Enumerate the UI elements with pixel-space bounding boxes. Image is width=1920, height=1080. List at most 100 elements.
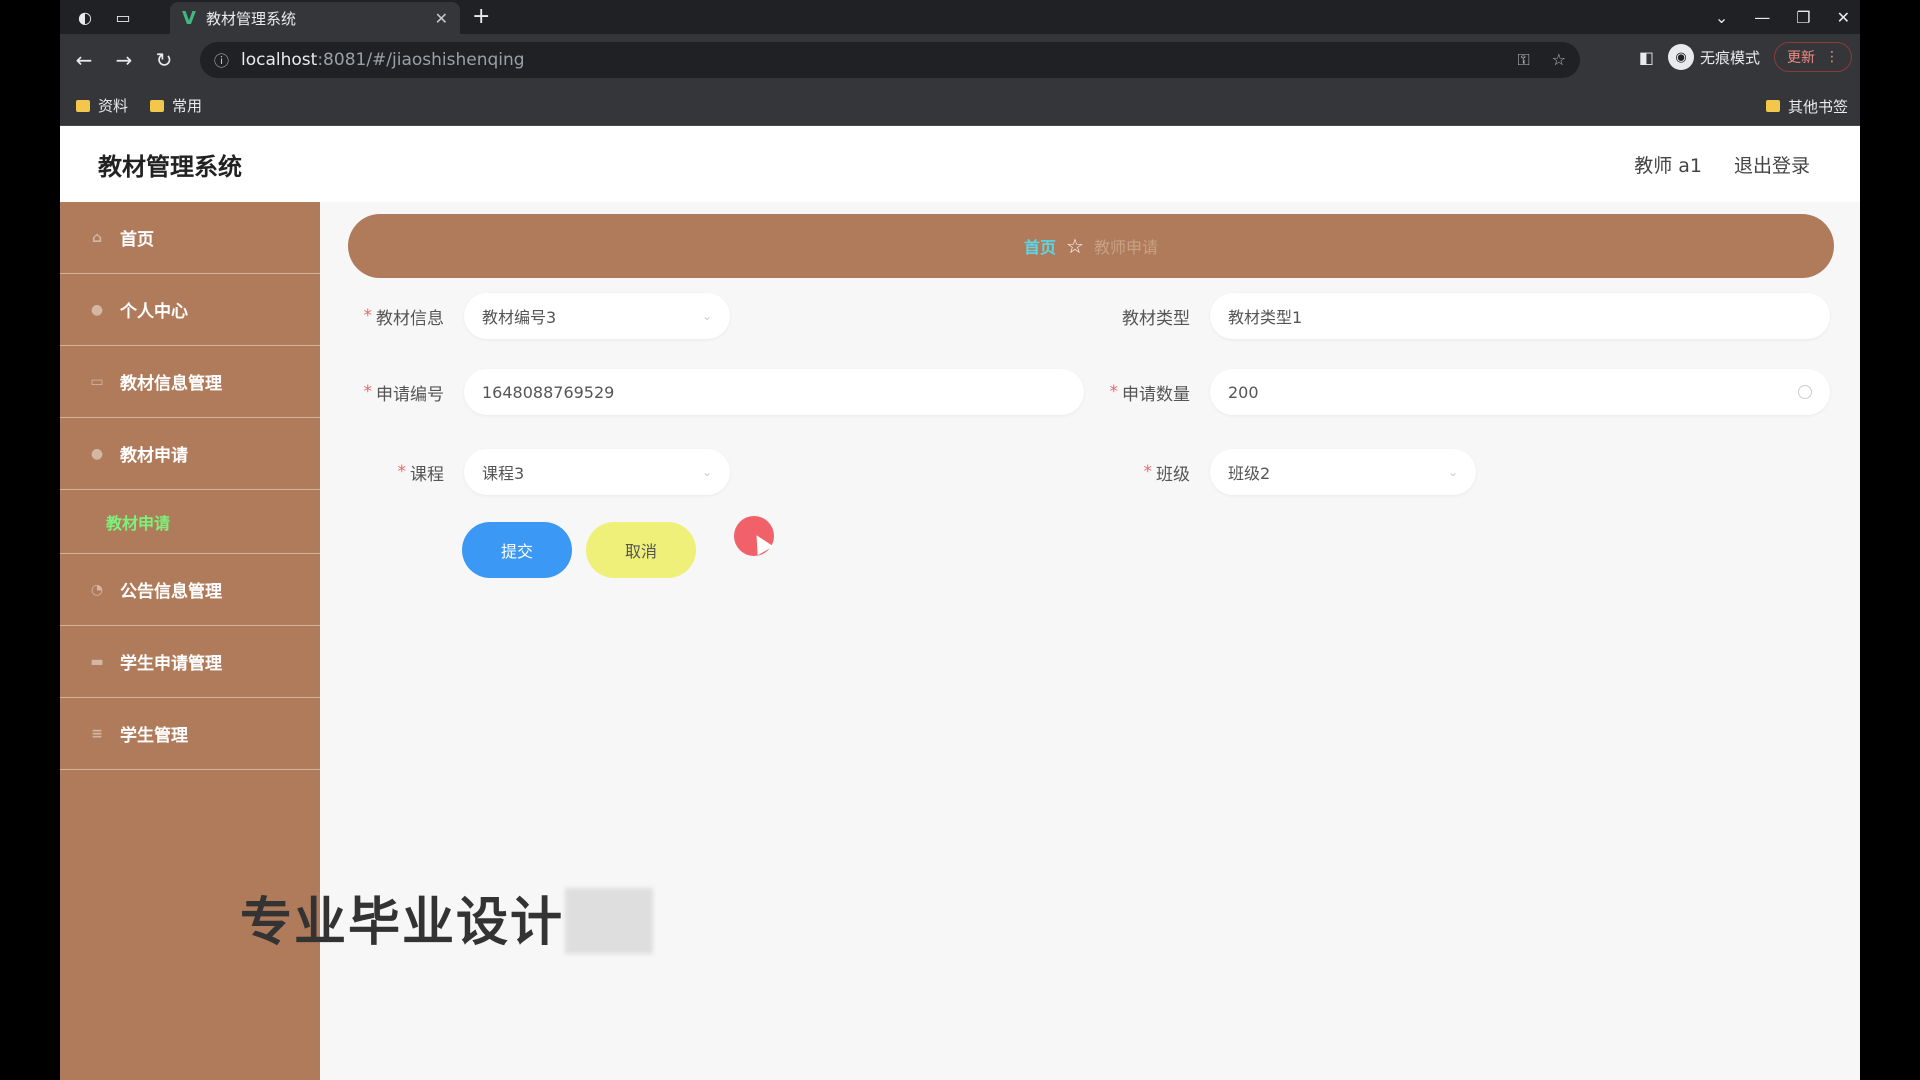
side-panel-icon[interactable]: ◧ [1639,48,1654,67]
blurred-region [565,888,653,954]
screen: ◐ ▭ V 教材管理系统 ✕ + ⌄ — ❐ ✕ ← → ↻ ⓘ localho… [60,0,1860,1080]
sidebar-item-label: 首页 [120,230,154,250]
url-host: localhost [241,50,318,70]
apply-icon: ● [90,445,104,462]
bookmark-label: 资料 [98,97,129,115]
apply-form: * 教材信息 教材编号3 ⌄ 教材类型 教材类型1 * 申请编号 1648088… [348,290,1834,590]
student-icon: ≡ [91,725,103,742]
forward-icon[interactable]: → [104,48,144,72]
course-label: * 课程 [397,462,445,485]
course-value: 课程3 [482,464,525,483]
sidebar-item-profile[interactable]: ● 个人中心 [60,274,320,346]
watermark-text: 专业毕业设计 [240,893,565,953]
textbook-info-value: 教材编号3 [482,308,557,327]
site-info-icon[interactable]: ⓘ [214,50,229,71]
app-title: 教材管理系统 [98,152,242,181]
apply-no-value: 1648088769529 [482,382,615,402]
chevron-down-icon: ⌄ [1447,465,1458,479]
reload-icon[interactable]: ↻ [144,48,184,72]
tab-list-icon[interactable]: ⌄ [1715,8,1728,27]
breadcrumb-home[interactable]: 首页 [1024,234,1056,258]
apply-no-field[interactable]: 1648088769529 [464,369,1084,415]
update-label: 更新 [1787,50,1815,66]
sidebar-item-textbook-info[interactable]: ▭ 教材信息管理 [60,346,320,418]
star-icon: ☆ [1066,234,1084,258]
kebab-menu-icon[interactable]: ⋮ [1825,49,1839,65]
minimize-icon[interactable]: — [1754,8,1770,27]
apply-qty-stepper[interactable]: 200 [1210,369,1830,415]
apply-qty-label: * 申请数量 [1109,382,1191,405]
sidebar-item-label: 教材信息管理 [120,374,222,394]
update-button[interactable]: 更新 ⋮ [1774,42,1852,72]
window-controls: ⌄ — ❐ ✕ [1715,0,1850,34]
sidebar-item-student[interactable]: ≡ 学生管理 [60,698,320,770]
browser-menu-icon[interactable]: ◐ [68,0,102,34]
bookmarks-bar: 资料 常用 其他书签 [60,86,1860,126]
bookmark-folder-changyong[interactable]: 常用 [150,95,202,116]
submit-button[interactable]: 提交 [462,522,572,578]
bookmark-folder-ziliao[interactable]: 资料 [76,95,128,116]
home-icon: ⌂ [91,229,103,246]
textbook-type-value: 教材类型1 [1228,308,1303,327]
sidebar-item-home[interactable]: ⌂ 首页 [60,202,320,274]
folder-icon [1765,100,1780,112]
apply-no-label: * 申请编号 [363,382,445,405]
folder-icon [76,99,90,112]
sidebar-item-label: 学生管理 [120,726,188,746]
close-window-icon[interactable]: ✕ [1837,8,1850,27]
cancel-button[interactable]: 取消 [586,522,696,578]
url-path: :8081/#/jiaoshishenqing [317,50,525,70]
class-select[interactable]: 班级2 ⌄ [1210,449,1476,495]
chevron-down-icon: ⌄ [701,309,712,323]
chevron-down-icon: ⌄ [701,465,712,479]
form-row: * 教材信息 教材编号3 ⌄ 教材类型 教材类型1 [348,290,1834,342]
tab-close-icon[interactable]: ✕ [435,9,448,28]
other-bookmarks-label: 其他书签 [1787,97,1848,116]
back-icon[interactable]: ← [64,48,104,72]
bookmark-star-icon[interactable]: ☆ [1552,50,1566,70]
sidebar-item-notice[interactable]: ◔ 公告信息管理 [60,554,320,626]
tab-title: 教材管理系统 [205,9,296,28]
user-icon: ● [90,301,104,318]
logout-link[interactable]: 退出登录 [1734,151,1810,178]
restore-icon[interactable]: ❐ [1796,8,1810,27]
password-key-icon[interactable]: ⚿ [1517,50,1529,70]
sidebar-item-label: 教材申请 [120,446,188,466]
course-select[interactable]: 课程3 ⌄ [464,449,730,495]
bookmark-label: 常用 [172,97,203,115]
sidebar-item-label: 个人中心 [120,302,188,322]
incognito-label: 无痕模式 [1699,48,1760,67]
stepper-icon[interactable] [1798,385,1812,399]
sidebar-item-textbook-apply[interactable]: ● 教材申请 [60,418,320,490]
student-apply-icon: ▬ [90,653,104,670]
app-header: 教材管理系统 教师 a1 退出登录 [60,126,1860,202]
other-bookmarks[interactable]: 其他书签 [1765,86,1848,126]
vue-logo-icon: V [182,7,196,29]
form-row: * 课程 课程3 ⌄ * 班级 班级2 ⌄ [348,446,1834,498]
breadcrumb: 首页 ☆ 教师申请 [348,214,1834,278]
notice-icon: ◔ [90,581,104,598]
browser-toolbar: ← → ↻ ⓘ localhost :8081/#/jiaoshishenqin… [60,34,1860,86]
form-row: * 申请编号 1648088769529 * 申请数量 200 [348,366,1834,418]
textbook-info-select[interactable]: 教材编号3 ⌄ [464,293,730,339]
address-bar[interactable]: ⓘ localhost :8081/#/jiaoshishenqing ⚿ ☆ [200,42,1580,78]
sidebar-item-label: 学生申请管理 [120,654,222,674]
class-label: * 班级 [1143,462,1191,485]
textbook-type-label: 教材类型 [1122,308,1190,329]
sidebar-subitem-textbook-apply[interactable]: 教材申请 [60,490,320,554]
browser-tabbar: ◐ ▭ V 教材管理系统 ✕ + ⌄ — ❐ ✕ [60,0,1860,34]
book-icon: ▭ [90,373,104,390]
breadcrumb-current: 教师申请 [1093,238,1158,257]
tab-search-icon[interactable]: ▭ [106,0,140,34]
browser-tab[interactable]: V 教材管理系统 ✕ [170,2,460,34]
current-user: 教师 a1 [1634,154,1702,177]
new-tab-icon[interactable]: + [472,4,490,29]
incognito-indicator[interactable]: ◉ 无痕模式 [1667,44,1760,70]
textbook-type-field[interactable]: 教材类型1 [1210,293,1830,339]
class-value: 班级2 [1228,464,1271,483]
sidebar-item-student-apply[interactable]: ▬ 学生申请管理 [60,626,320,698]
sidebar-subitem-label: 教材申请 [106,513,171,533]
textbook-info-label: * 教材信息 [363,306,445,329]
folder-icon [150,99,165,112]
apply-qty-value: 200 [1228,382,1259,402]
